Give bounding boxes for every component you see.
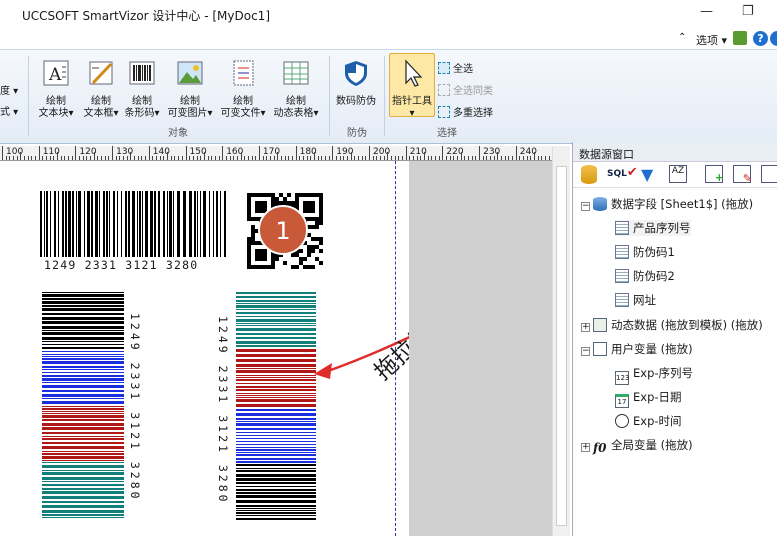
multi-select-button[interactable]: 多重选择 bbox=[438, 104, 493, 119]
image-icon bbox=[177, 61, 203, 85]
group-label-objects: 对象 bbox=[168, 128, 188, 139]
select-same-icon bbox=[438, 84, 450, 96]
delete-var-tool-icon[interactable] bbox=[761, 165, 777, 183]
tree-node-anticounterfeit-2[interactable]: 防伪码2 bbox=[615, 268, 675, 284]
draw-barcode-button[interactable]: 绘制 条形码▾ bbox=[121, 58, 163, 120]
table-icon bbox=[283, 61, 309, 85]
select-same-button[interactable]: 全选同类 bbox=[438, 82, 493, 97]
calendar-icon: 17 bbox=[615, 394, 629, 408]
select-all-button[interactable]: 全选 bbox=[438, 60, 473, 75]
sql-tool-icon[interactable]: SQL✔ bbox=[607, 165, 638, 180]
shield-icon bbox=[345, 61, 367, 86]
field-icon bbox=[615, 293, 629, 307]
add-var-tool-icon[interactable]: + bbox=[705, 165, 724, 184]
tree-node-url[interactable]: 网址 bbox=[615, 292, 656, 308]
tree-node-anticounterfeit-1[interactable]: 防伪码1 bbox=[615, 244, 675, 260]
field-icon bbox=[615, 269, 629, 283]
workspace-background bbox=[409, 161, 552, 536]
sort-tool-icon[interactable]: AZ bbox=[669, 165, 687, 183]
tree-node-data-fields[interactable]: − 数据字段 [Sheet1$] (拖放) bbox=[581, 196, 753, 212]
draw-variable-file-button[interactable]: 绘制 可变文件▾ bbox=[218, 58, 268, 120]
multi-select-icon bbox=[438, 106, 450, 118]
filter-tool-icon[interactable]: ▼ bbox=[641, 165, 653, 184]
tree-node-exp-date[interactable]: 17 Exp-日期 bbox=[615, 389, 682, 408]
title-bar: UCCSOFT SmartVizor 设计中心 - [MyDoc1] — ❐ bbox=[0, 0, 777, 28]
dynamic-data-icon bbox=[593, 318, 607, 332]
anticounterfeit-button[interactable]: 数码防伪 bbox=[334, 58, 378, 108]
scroll-thumb[interactable] bbox=[556, 166, 567, 526]
draw-variable-image-button[interactable]: 绘制 可变图片▾ bbox=[166, 58, 214, 120]
help-icon[interactable]: ? bbox=[753, 31, 768, 46]
ribbon-partial-2[interactable]: 式 ▾ bbox=[0, 103, 18, 118]
text-block-icon: A bbox=[43, 60, 69, 86]
pointer-tool-button[interactable]: 指针工具 ▾ bbox=[389, 53, 435, 119]
svg-text:A: A bbox=[48, 65, 62, 85]
quick-access-bar: ⌃ 选项 ▾ ? bbox=[0, 28, 777, 50]
clock-icon bbox=[615, 414, 629, 428]
draw-dynamic-table-button[interactable]: 绘制 动态表格▾ bbox=[270, 58, 322, 120]
draw-text-block-button[interactable]: A 绘制 文本块▾ bbox=[35, 58, 77, 120]
plugin-icon[interactable] bbox=[733, 31, 747, 45]
text-frame-icon bbox=[89, 61, 113, 85]
field-icon bbox=[615, 221, 629, 235]
ribbon: 度 ▾ 式 ▾ A 绘制 文本块▾ 绘制 文本框▾ 绘制 条形码▾ 绘制 可变图片▾ 绘… bbox=[0, 50, 777, 144]
serial-icon: 123 bbox=[615, 371, 629, 385]
edit-var-tool-icon[interactable]: ✎ bbox=[733, 165, 752, 185]
options-menu[interactable]: 选项 ▾ bbox=[696, 32, 727, 48]
field-icon bbox=[615, 245, 629, 259]
minimize-button[interactable]: — bbox=[700, 4, 713, 19]
group-label-anticounterfeit: 防伪 bbox=[347, 128, 367, 139]
vertical-scrollbar[interactable] bbox=[552, 146, 570, 536]
tree-node-global-vars[interactable]: + f0 全局变量 (拖放) bbox=[581, 437, 693, 455]
design-canvas[interactable]: 1249 2331 3121 3280 1 1249 2331 3121 328… bbox=[0, 161, 524, 536]
function-icon: f0 bbox=[593, 441, 607, 455]
tree-node-user-vars[interactable]: − 用户变量 (拖放) bbox=[581, 341, 693, 357]
drag-arrow bbox=[314, 335, 409, 379]
file-icon bbox=[233, 60, 254, 86]
panel-title: 数据源窗口 bbox=[573, 142, 777, 162]
pointer-icon bbox=[405, 59, 423, 87]
restore-button[interactable]: ❐ bbox=[742, 4, 754, 19]
draw-text-frame-button[interactable]: 绘制 文本框▾ bbox=[80, 58, 122, 120]
tree-node-dynamic-data[interactable]: + 动态数据 (拖放到模板) (拖放) bbox=[581, 317, 763, 333]
tree-node-exp-time[interactable]: Exp-时间 bbox=[615, 413, 682, 429]
data-source-panel: 数据源窗口 SQL✔ ▼ AZ + ✎ − 数据字段 [Sheet1$] (拖放)… bbox=[572, 142, 777, 536]
window-title: UCCSOFT SmartVizor 设计中心 - [MyDoc1] bbox=[22, 9, 270, 23]
database-tool-icon[interactable] bbox=[581, 165, 597, 184]
ribbon-partial-1[interactable]: 度 ▾ bbox=[0, 82, 18, 97]
horizontal-ruler: 100 110 120 130 140 150 160 170 180 190 200 210 220 2… bbox=[0, 146, 566, 161]
barcode-icon bbox=[129, 61, 155, 85]
tree-node-product-serial[interactable]: 产品序列号 bbox=[615, 220, 691, 236]
select-all-icon bbox=[438, 62, 450, 74]
panel-toolbar: SQL✔ ▼ AZ + ✎ bbox=[573, 162, 777, 188]
collapse-ribbon-icon[interactable]: ⌃ bbox=[678, 32, 686, 43]
database-icon bbox=[593, 197, 607, 211]
extra-icon[interactable] bbox=[770, 31, 777, 46]
user-var-icon bbox=[593, 342, 607, 356]
group-label-select: 选择 bbox=[437, 128, 457, 139]
tree-node-exp-serial[interactable]: 123 Exp-序列号 bbox=[615, 365, 693, 385]
